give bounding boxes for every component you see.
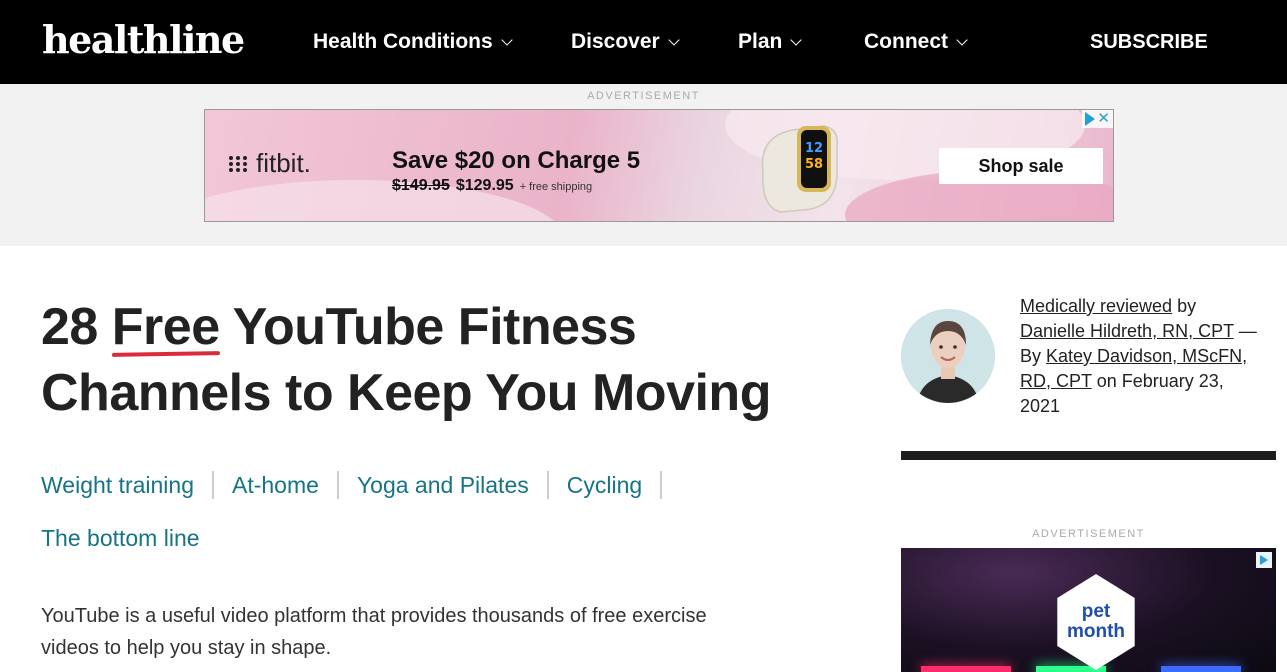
title-text: 28 [41,298,112,356]
author-link-credentials[interactable]: RD, CPT [1020,371,1092,391]
shop-sale-button[interactable]: Shop sale [939,148,1103,184]
publish-year: 2021 [1020,396,1061,416]
ad-light-strip [1161,666,1241,672]
sidebar-divider [901,451,1276,460]
pet-month-bottom: month [1066,621,1126,642]
top-ad-band: ADVERTISEMENT fitbit. Save $20 on Charge… [0,84,1287,246]
toc-the-bottom-line[interactable]: The bottom line [41,523,200,553]
fitbit-brand: fitbit. [229,148,311,179]
sidebar-advertisement-label: ADVERTISEMENT [1032,528,1145,540]
intro-line: videos to help you stay in shape. [41,637,332,659]
table-of-contents: Weight training At-home Yoga and Pilates… [41,470,680,500]
title-line-2: Channels to Keep You Moving [41,364,771,422]
chevron-down-icon [668,33,680,46]
nav-plan[interactable]: Plan [738,27,803,57]
fitness-tracker-image: 12 58 [761,125,838,213]
nav-label: Health Conditions [313,30,493,53]
subscribe-button[interactable]: SUBSCRIBE [1090,27,1208,57]
medically-reviewed-link[interactable]: Medically reviewed [1020,296,1172,316]
pet-month-top: pet [1081,601,1111,622]
toc-cycling[interactable]: Cycling [567,470,642,500]
toc-yoga-and-pilates[interactable]: Yoga and Pilates [357,470,529,500]
new-price: $129.95 [455,177,514,194]
article-byline: Medically reviewed by Danielle Hildreth,… [1020,294,1285,419]
nav-label: Plan [738,30,783,53]
byline-text: by [1172,296,1197,316]
advertisement-label: ADVERTISEMENT [587,90,700,102]
fitbit-wordmark: fitbit. [256,148,311,178]
publish-date: on February 23, [1091,371,1224,391]
healthline-logo[interactable]: healthline [42,18,245,62]
page-title: 28 Free YouTube Fitness Channels to Keep… [41,294,841,426]
toc-divider [546,471,549,499]
pet-month-logo: pet month [1057,574,1135,670]
chevron-down-icon [790,33,803,46]
byline-text: By [1020,346,1047,366]
chevron-down-icon [501,33,513,46]
old-price: $149.95 [392,177,450,194]
nav-discover[interactable]: Discover [571,27,680,57]
toc-at-home[interactable]: At-home [232,470,319,500]
fitbit-logo-icon [229,155,248,172]
nav-connect[interactable]: Connect [864,27,968,57]
toc-divider [660,471,663,499]
ad-headline: Save $20 on Charge 5 [392,147,641,174]
ad-light-strip [921,666,1011,672]
sidebar-ad[interactable]: pet month [901,548,1276,672]
shipping-note: + free shipping [519,181,593,193]
toc-divider [336,471,339,499]
title-text: YouTube Fitness [219,298,637,356]
title-line-1: 28 Free YouTube Fitness [41,294,841,360]
nav-health-conditions[interactable]: Health Conditions [313,27,513,57]
close-ad-icon[interactable]: ✕ [1097,111,1110,126]
site-header: healthline Health Conditions Discover Pl… [0,0,1287,84]
byline-text: — [1233,321,1257,341]
watch-time-bottom: 58 [805,157,823,172]
intro-line: YouTube is a useful video platform that … [41,605,707,627]
chevron-down-icon [956,33,968,46]
adchoices-icon[interactable] [1085,112,1096,126]
adchoices-icon[interactable] [1256,552,1272,568]
watch-time-top: 12 [805,141,823,156]
toc-weight-training[interactable]: Weight training [41,470,194,500]
title-highlighted-word: Free [112,294,220,360]
fitbit-ad-banner[interactable]: fitbit. Save $20 on Charge 5 $149.95 $12… [204,109,1114,222]
nav-label: Discover [571,30,660,53]
reviewer-link[interactable]: Danielle Hildreth, RN, CPT [1020,321,1234,341]
toc-divider [212,471,214,499]
ad-prices: $149.95 $129.95 + free shipping [392,177,592,195]
intro-paragraph: YouTube is a useful video platform that … [41,600,831,664]
reviewer-avatar [901,309,995,403]
adchoices-control[interactable]: ✕ [1082,110,1113,128]
nav-label: Connect [864,30,948,53]
author-link[interactable]: Katey Davidson, MScFN, [1046,346,1247,366]
person-portrait-image [901,309,995,403]
